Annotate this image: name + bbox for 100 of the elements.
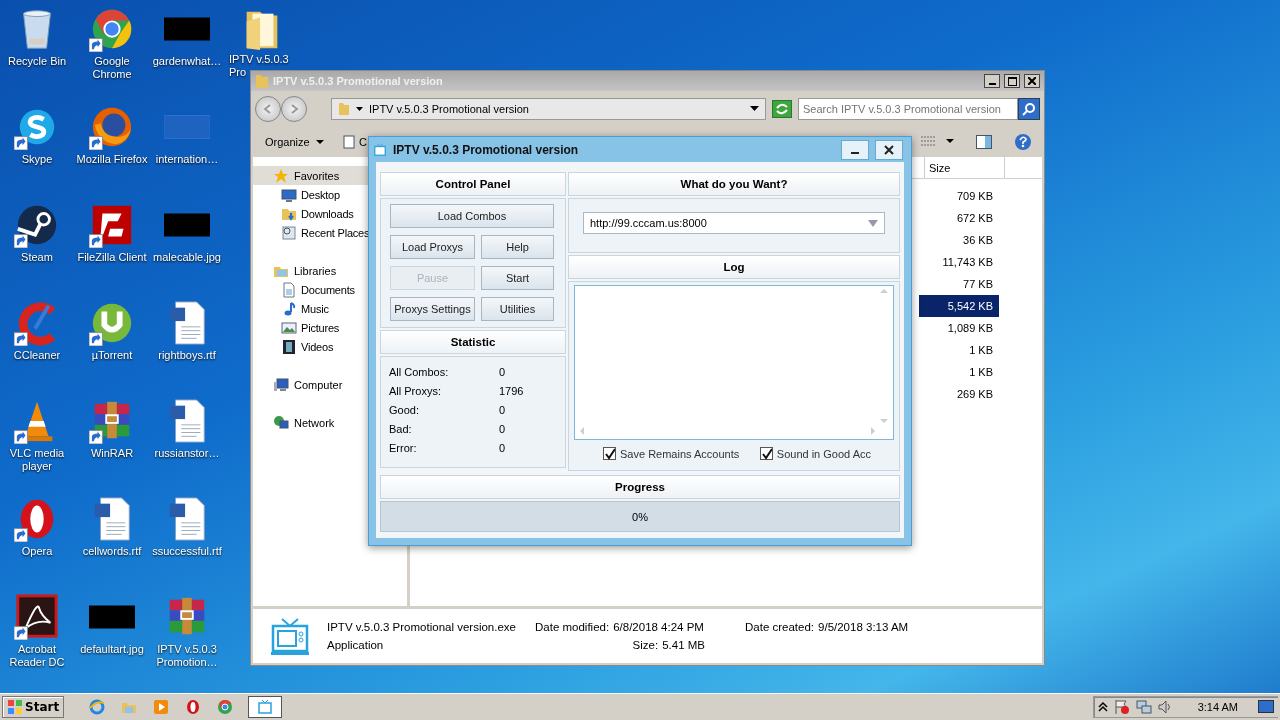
stat-label: All Combos: <box>389 366 450 379</box>
detail-value: 9/5/2018 3:13 AM <box>818 621 909 633</box>
clock[interactable]: 3:14 AM <box>1197 701 1238 713</box>
action-button[interactable]: Load Proxys <box>390 235 475 259</box>
desktop-icon-label: rightboys.rtf <box>158 349 216 362</box>
toolbar-button[interactable]: C <box>341 133 371 151</box>
start-button[interactable]: Start <box>2 696 65 718</box>
url-combo[interactable]: http://99.cccam.us:8000 <box>583 212 885 234</box>
computer-icon <box>273 376 289 393</box>
preview-pane-icon <box>976 135 992 149</box>
tv-icon <box>257 699 274 715</box>
size-cell[interactable]: 77 KB <box>919 273 999 295</box>
refresh-button[interactable] <box>772 100 792 118</box>
network-icon[interactable] <box>1135 699 1152 715</box>
minimize-button[interactable] <box>841 139 869 160</box>
caret-icon <box>868 219 878 227</box>
action-button[interactable]: Load Combos <box>390 204 554 228</box>
close-icon <box>1028 77 1036 85</box>
folder-icon <box>338 102 350 116</box>
file-type: Application <box>327 639 385 651</box>
address-field[interactable]: IPTV v.5.0.3 Promotional version <box>331 98 766 120</box>
detail-label: Date created: <box>745 621 815 633</box>
option-checkbox[interactable]: Sound in Good Acc <box>759 447 871 460</box>
dropdown-icon <box>750 106 759 112</box>
progress-reading: 0% <box>632 510 648 523</box>
desktop-icon-label: Recycle Bin <box>7 55 67 68</box>
stat-label: Error: <box>389 442 418 455</box>
desktop-icon-label: µTorrent <box>91 349 133 362</box>
back-button[interactable] <box>255 96 281 122</box>
action-button[interactable]: Proxys Settings <box>390 297 475 321</box>
desktop-icon-label: defaultart.jpg <box>80 643 144 656</box>
tv-icon <box>373 142 387 157</box>
action-button[interactable]: Help <box>481 235 554 259</box>
search-button[interactable] <box>1018 98 1040 120</box>
desktop-icon-label: Opera <box>21 545 53 558</box>
folder-icon <box>255 73 269 89</box>
desktop-icon-label: CCleaner <box>13 349 61 362</box>
network-icon <box>273 414 289 431</box>
detail-label: Date modified: <box>535 621 610 633</box>
dialog-title: IPTV v.5.0.3 Promotional version <box>393 142 580 157</box>
close-button[interactable] <box>875 139 903 160</box>
desktop-icon-label: ssuccessful.rtf <box>152 545 222 558</box>
panel-header: What do you Want? <box>568 172 900 196</box>
file-name: IPTV v.5.0.3 Promotional version.exe <box>327 621 517 633</box>
size-cell[interactable]: 11,743 KB <box>919 251 999 273</box>
minimize-icon <box>988 82 996 85</box>
size-cell[interactable]: 709 KB <box>919 185 999 207</box>
desktop-icon-label: WinRAR <box>90 447 134 460</box>
detail-value: 6/8/2018 4:24 PM <box>613 621 704 633</box>
column-header[interactable]: Size <box>924 157 1004 178</box>
view-list-icon <box>920 135 954 149</box>
refresh-icon <box>773 101 791 117</box>
acrobat-icon[interactable] <box>14 594 60 640</box>
maximize-button[interactable] <box>1004 74 1020 88</box>
recent-icon <box>281 224 297 241</box>
action-button[interactable]: Utilities <box>481 297 554 321</box>
desktop-icon-label: Acrobat Reader DC <box>8 643 66 669</box>
size-cell[interactable]: 5,542 KB <box>919 295 999 317</box>
size-cell[interactable]: 1 KB <box>919 361 999 383</box>
checkbox[interactable] <box>603 447 616 460</box>
action-button[interactable]: Start <box>481 266 554 290</box>
minimize-button[interactable] <box>984 74 1000 88</box>
size-cell[interactable]: 36 KB <box>919 229 999 251</box>
desktop-icon-label: IPTV v.5.0.3 Pro <box>229 53 289 78</box>
desktop-icon-label: IPTV v.5.0.3 Promotion… <box>155 643 219 669</box>
stat-label: Good: <box>389 404 420 417</box>
caret-icon <box>315 139 324 145</box>
checkbox[interactable] <box>759 447 773 460</box>
videos-icon <box>281 338 297 355</box>
stat-value: 1796 <box>499 385 525 398</box>
size-cell[interactable]: 1 KB <box>919 339 999 361</box>
stat-value: 0 <box>499 442 507 455</box>
window-title: IPTV v.5.0.3 Promotional version <box>273 75 444 87</box>
ie-icon <box>89 699 106 715</box>
document-icon <box>343 135 355 149</box>
stat-value: 0 <box>499 404 507 417</box>
desktop-icon-label: Mozilla Firefox <box>76 153 148 166</box>
stat-label: All Proxys: <box>389 385 442 398</box>
size-cell[interactable]: 1,089 KB <box>919 317 999 339</box>
desktop-icon <box>281 186 297 203</box>
close-button[interactable] <box>1024 74 1040 88</box>
windows-logo-icon <box>7 699 23 715</box>
search-field[interactable]: Search IPTV v.5.0.3 Promotional version <box>798 98 1018 120</box>
opera-icon <box>185 699 202 715</box>
help-icon <box>1014 133 1032 151</box>
size-cell[interactable]: 269 KB <box>919 383 999 405</box>
stat-value: 0 <box>499 423 507 436</box>
forward-button[interactable] <box>281 96 307 122</box>
flag-icon[interactable] <box>1113 699 1130 715</box>
taskbar-app-button[interactable] <box>248 696 283 718</box>
show-desktop-icon[interactable] <box>1258 700 1274 714</box>
option-checkbox[interactable]: Save Remains Accounts <box>603 447 740 460</box>
desktop-icon-label: FileZilla Client <box>77 251 147 264</box>
tv-icon <box>271 617 309 655</box>
panel-header: Progress <box>380 475 900 499</box>
toolbar-button[interactable]: Organize <box>261 134 341 150</box>
desktop-icon-label: Skype <box>21 153 53 166</box>
stat-label: Bad: <box>389 423 413 436</box>
size-cell[interactable]: 672 KB <box>919 207 999 229</box>
show-hidden-icon[interactable] <box>1097 701 1108 713</box>
